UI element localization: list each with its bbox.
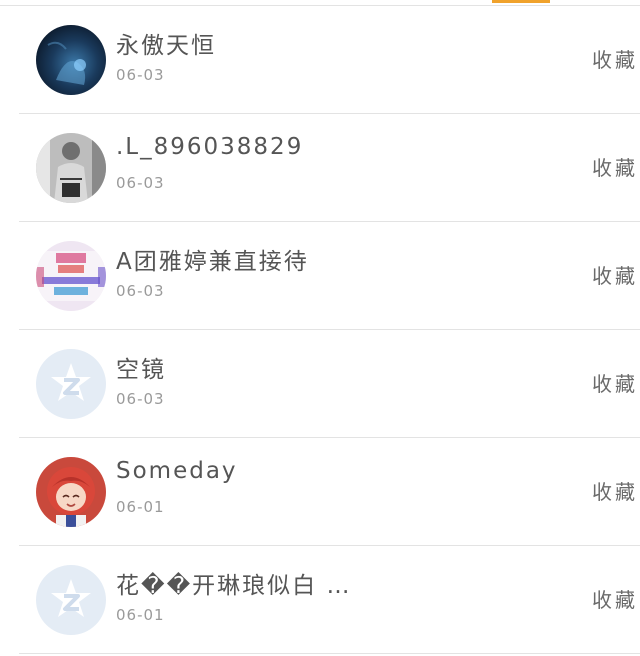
avatar[interactable]: [36, 565, 106, 635]
list-item[interactable]: A团雅婷兼直接待 06-03 收藏: [19, 222, 640, 330]
contact-name: Someday: [116, 458, 238, 484]
collect-button[interactable]: 收藏: [592, 152, 638, 181]
avatar-anime-girl-icon: [36, 457, 106, 527]
default-avatar-icon: [36, 349, 106, 419]
contact-date: 06-03: [116, 66, 165, 84]
contact-name: A团雅婷兼直接待: [116, 249, 309, 275]
list-item[interactable]: .L_896038829 06-03 收藏: [19, 114, 640, 222]
active-tab-indicator: [492, 0, 550, 3]
avatar[interactable]: [36, 133, 106, 203]
collect-button[interactable]: 收藏: [592, 476, 638, 505]
contact-name: 永傲天恒: [116, 33, 216, 59]
list-item[interactable]: 永傲天恒 06-03 收藏: [19, 6, 640, 114]
contact-date: 06-03: [116, 282, 165, 300]
favorites-list: 永傲天恒 06-03 收藏 .L_896038829 06-03 收藏 A团雅婷…: [0, 6, 640, 654]
collect-button[interactable]: 收藏: [592, 584, 638, 613]
avatar[interactable]: [36, 25, 106, 95]
contact-date: 06-03: [116, 174, 165, 192]
contact-name: .L_896038829: [116, 134, 304, 160]
default-avatar-icon: [36, 565, 106, 635]
list-item[interactable]: 空镜 06-03 收藏: [19, 330, 640, 438]
contact-date: 06-03: [116, 390, 165, 408]
collect-button[interactable]: 收藏: [592, 368, 638, 397]
avatar-person-photo-icon: [36, 133, 106, 203]
contact-name: 花��开琳琅似白 …: [116, 573, 352, 599]
avatar[interactable]: [36, 457, 106, 527]
favorites-page: 永傲天恒 06-03 收藏 .L_896038829 06-03 收藏 A团雅婷…: [0, 0, 640, 656]
list-item[interactable]: 花��开琳琅似白 … 06-01 收藏: [19, 546, 640, 654]
avatar[interactable]: [36, 241, 106, 311]
contact-name: 空镜: [116, 357, 166, 383]
avatar-banner-text-icon: [36, 241, 106, 311]
contact-date: 06-01: [116, 498, 165, 516]
collect-button[interactable]: 收藏: [592, 260, 638, 289]
avatar-dark-blue-icon: [36, 25, 106, 95]
collect-button[interactable]: 收藏: [592, 44, 638, 73]
list-item[interactable]: Someday 06-01 收藏: [19, 438, 640, 546]
avatar[interactable]: [36, 349, 106, 419]
contact-date: 06-01: [116, 606, 165, 624]
